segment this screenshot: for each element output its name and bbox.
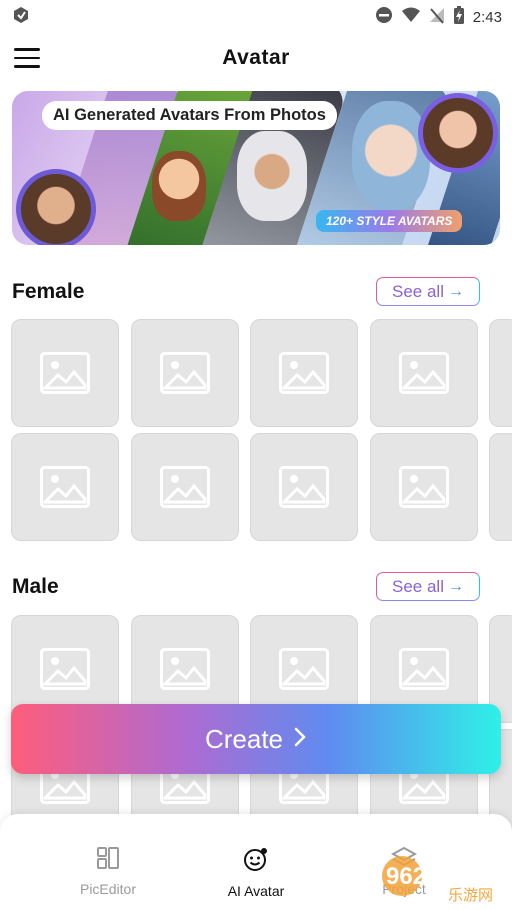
avatar-placeholder-tile[interactable]: [11, 433, 119, 541]
avatar-placeholder-tile[interactable]: [11, 319, 119, 427]
male-photo-avatar: [16, 169, 96, 245]
female-photo-avatar: [418, 93, 498, 173]
banner-style-tag: 120+ STYLE AVATARS: [316, 210, 463, 232]
arrow-right-icon: →: [447, 282, 464, 300]
banner-headline: AI Generated Avatars From Photos: [42, 101, 337, 130]
battery-charging-icon: [453, 5, 465, 30]
nav-label: AI Avatar: [227, 883, 285, 899]
page-title: Avatar: [222, 46, 290, 69]
section-title-female: Female: [12, 280, 85, 303]
app-bar: Avatar: [0, 40, 512, 80]
layout-icon: [96, 847, 120, 874]
create-button-label: Create: [204, 723, 284, 754]
see-all-label: See all: [392, 281, 444, 301]
chevron-right-icon: [293, 724, 307, 755]
see-all-female-button[interactable]: See all →: [376, 277, 480, 306]
image-placeholder-icon: [399, 648, 449, 690]
no-signal-icon: [429, 6, 445, 29]
image-placeholder-icon: [399, 352, 449, 394]
create-button[interactable]: Create: [11, 704, 501, 774]
status-icons: 2:43: [375, 5, 502, 30]
image-placeholder-icon: [40, 466, 90, 508]
app-notification-icon: [12, 6, 30, 29]
svg-text:乐游网: 乐游网: [448, 886, 493, 904]
image-placeholder-icon: [279, 352, 329, 394]
image-placeholder-icon: [399, 466, 449, 508]
watermark-logo: 962.NET 乐游网: [374, 846, 512, 906]
avatar-placeholder-tile[interactable]: [250, 433, 358, 541]
section-title-male: Male: [12, 575, 59, 598]
smiley-face-icon: [243, 848, 269, 876]
see-all-male-button[interactable]: See all →: [376, 572, 480, 601]
image-placeholder-icon: [279, 648, 329, 690]
avatar-placeholder-tile[interactable]: [131, 319, 239, 427]
image-placeholder-icon: [160, 648, 210, 690]
promo-banner[interactable]: AI Generated Avatars From Photos 120+ ST…: [12, 91, 500, 245]
clock-time: 2:43: [472, 9, 502, 26]
image-placeholder-icon: [279, 466, 329, 508]
wifi-icon: [401, 7, 421, 28]
image-placeholder-icon: [160, 466, 210, 508]
see-all-label: See all: [392, 576, 444, 596]
avatar-placeholder-tile[interactable]: [250, 319, 358, 427]
astronaut-image: [237, 131, 307, 221]
avatar-placeholder-tile[interactable]: [489, 319, 512, 427]
avatar-placeholder-tile[interactable]: [370, 433, 478, 541]
image-placeholder-icon: [160, 352, 210, 394]
image-placeholder-icon: [40, 352, 90, 394]
do-not-disturb-icon: [375, 6, 393, 29]
nav-label: PicEditor: [79, 881, 137, 897]
nav-item-ai-avatar[interactable]: AI Avatar: [196, 846, 316, 899]
avatar-placeholder-tile[interactable]: [131, 433, 239, 541]
fantasy-girl-image: [352, 101, 430, 211]
arrow-right-icon: →: [447, 577, 464, 595]
cartoon-girl-image: [152, 151, 206, 221]
status-bar: 2:43: [0, 0, 512, 30]
nav-item-piceditor[interactable]: PicEditor: [48, 846, 168, 897]
image-placeholder-icon: [40, 648, 90, 690]
avatar-placeholder-tile[interactable]: [489, 433, 512, 541]
avatar-placeholder-tile[interactable]: [370, 319, 478, 427]
